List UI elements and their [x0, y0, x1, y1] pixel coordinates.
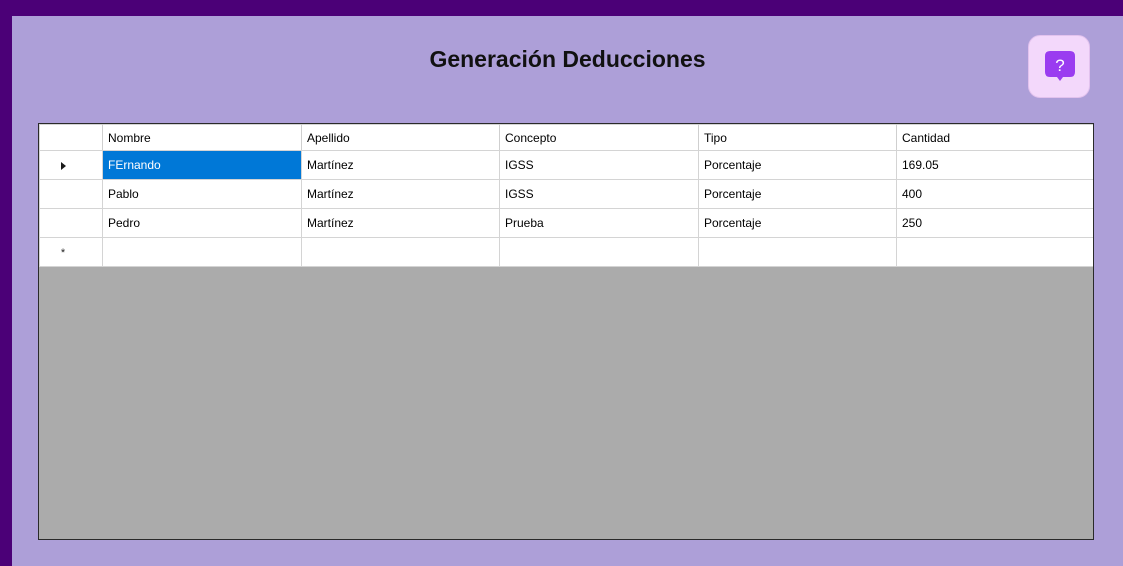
- triangle-right-icon: [60, 161, 66, 170]
- column-header-cantidad[interactable]: Cantidad: [896, 124, 1093, 151]
- column-header-concepto[interactable]: Concepto: [499, 124, 699, 151]
- row-header-new[interactable]: *: [39, 237, 103, 267]
- cell-tipo[interactable]: Porcentaje: [698, 208, 897, 238]
- question-mark-speech-bubble-icon: ?: [1045, 51, 1075, 81]
- cell-tipo[interactable]: Porcentaje: [698, 150, 897, 180]
- new-row-marker: *: [60, 247, 66, 259]
- cell-apellido[interactable]: Martínez: [301, 150, 500, 180]
- cell-concepto[interactable]: IGSS: [499, 150, 699, 180]
- new-cell-tipo[interactable]: [698, 237, 897, 267]
- row-header-current[interactable]: [39, 150, 103, 180]
- cell-nombre[interactable]: Pedro: [102, 208, 302, 238]
- table-row[interactable]: FErnando Martínez IGSS Porcentaje 169.05: [39, 150, 1093, 180]
- column-header-apellido[interactable]: Apellido: [301, 124, 500, 151]
- form-window: Generación Deducciones ? Nombre Apellido: [12, 16, 1123, 566]
- column-header-tipo[interactable]: Tipo: [698, 124, 897, 151]
- new-cell-cantidad[interactable]: [896, 237, 1093, 267]
- cell-cantidad[interactable]: 250: [896, 208, 1093, 238]
- cell-concepto[interactable]: IGSS: [499, 179, 699, 209]
- row-header[interactable]: [39, 208, 103, 238]
- column-header-nombre[interactable]: Nombre: [102, 124, 302, 151]
- help-button[interactable]: ?: [1028, 35, 1090, 98]
- new-cell-concepto[interactable]: [499, 237, 699, 267]
- cell-concepto[interactable]: Prueba: [499, 208, 699, 238]
- svg-text:?: ?: [1055, 56, 1064, 75]
- new-cell-nombre[interactable]: [102, 237, 302, 267]
- cell-cantidad[interactable]: 169.05: [896, 150, 1093, 180]
- cell-apellido[interactable]: Martínez: [301, 208, 500, 238]
- cell-nombre[interactable]: Pablo: [102, 179, 302, 209]
- cell-apellido[interactable]: Martínez: [301, 179, 500, 209]
- row-header[interactable]: [39, 179, 103, 209]
- cell-nombre[interactable]: FErnando: [102, 150, 302, 180]
- header-row: Nombre Apellido Concepto Tipo Cantidad: [39, 124, 1093, 151]
- cell-cantidad[interactable]: 400: [896, 179, 1093, 209]
- new-row[interactable]: *: [39, 237, 1093, 267]
- cell-tipo[interactable]: Porcentaje: [698, 179, 897, 209]
- table-row[interactable]: Pablo Martínez IGSS Porcentaje 400: [39, 179, 1093, 209]
- deductions-table: Nombre Apellido Concepto Tipo Cantidad F…: [39, 124, 1093, 267]
- page-title: Generación Deducciones: [429, 46, 706, 72]
- deductions-grid[interactable]: Nombre Apellido Concepto Tipo Cantidad F…: [38, 123, 1094, 540]
- new-cell-apellido[interactable]: [301, 237, 500, 267]
- table-row[interactable]: Pedro Martínez Prueba Porcentaje 250: [39, 208, 1093, 238]
- header-corner[interactable]: [39, 124, 103, 151]
